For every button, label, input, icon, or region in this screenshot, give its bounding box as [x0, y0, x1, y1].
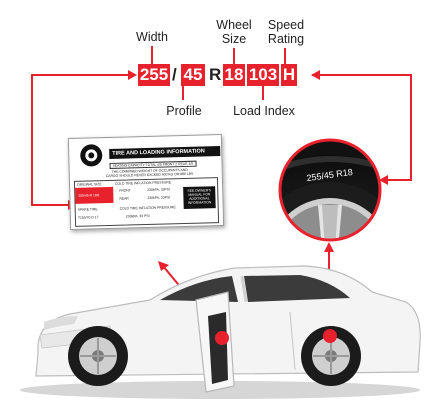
arrow-head-right-icon [311, 70, 320, 80]
tire-width-box: 255 [138, 64, 170, 86]
tire-construction: R [209, 65, 222, 84]
highlight-size-text: 255/45 R 18H [78, 193, 100, 198]
speed-rating-box: H [281, 64, 297, 86]
wheel-sidewall-marker [323, 329, 337, 343]
spare-pressure-label: COLD TIRE INFLATION PRESSURE [119, 205, 176, 211]
tire-profile-box: 45 [181, 64, 205, 86]
profile-label: Profile [166, 104, 202, 118]
placard-title: TIRE AND LOADING INFORMATION [109, 146, 221, 159]
load-index-box: 103 [247, 64, 279, 86]
wheel-size-box: 18 [223, 64, 245, 86]
rear-label: REAR [119, 196, 129, 201]
door-placard-marker [215, 331, 229, 345]
wheel-size-label-line1: Wheel [216, 18, 252, 32]
rear-value: 230kPA, 33PSI [147, 195, 171, 200]
tire-loading-placard: TIRE AND LOADING INFORMATION SEATING CAP… [67, 134, 225, 230]
spare-tire-label: SPARE TIRE [77, 207, 98, 212]
tire-icon [80, 144, 103, 167]
spare-size: T155/70 D 17 [77, 215, 99, 220]
placard-table: ORIGINAL SIZE COLD TIRE INFLATION PRESSU… [73, 177, 220, 227]
width-label: Width [136, 30, 168, 44]
see-manual-box: SEE OWNER'S MANUAL FOR ADDITIONAL INFORM… [183, 186, 216, 210]
wheel-size-label-line2: Size [221, 32, 247, 46]
speed-rating-label-line1: Speed [267, 18, 305, 32]
arrow-head-up-sidewall-icon [324, 242, 334, 252]
speed-rating-label-line2: Rating [267, 32, 305, 46]
load-index-label: Load Index [233, 104, 295, 118]
col-original-size: ORIGINAL SIZE [76, 182, 102, 187]
arrow-head-up-placard-icon [158, 261, 169, 271]
wheel-size-label: Wheel Size [210, 18, 258, 46]
spare-value: 230kPA, 33 PSI [125, 213, 150, 219]
arrow-head-left-icon [128, 70, 137, 80]
front-value: 230kPA, 33PSI [147, 187, 171, 192]
col-pressure: COLD TIRE INFLATION PRESSURE [114, 180, 172, 186]
front-label: FRONT [119, 188, 131, 193]
speed-rating-label: Speed Rating [260, 18, 312, 46]
tire-slash: / [172, 65, 177, 84]
see-manual-text: SEE OWNER'S MANUAL FOR ADDITIONAL INFORM… [187, 188, 212, 205]
